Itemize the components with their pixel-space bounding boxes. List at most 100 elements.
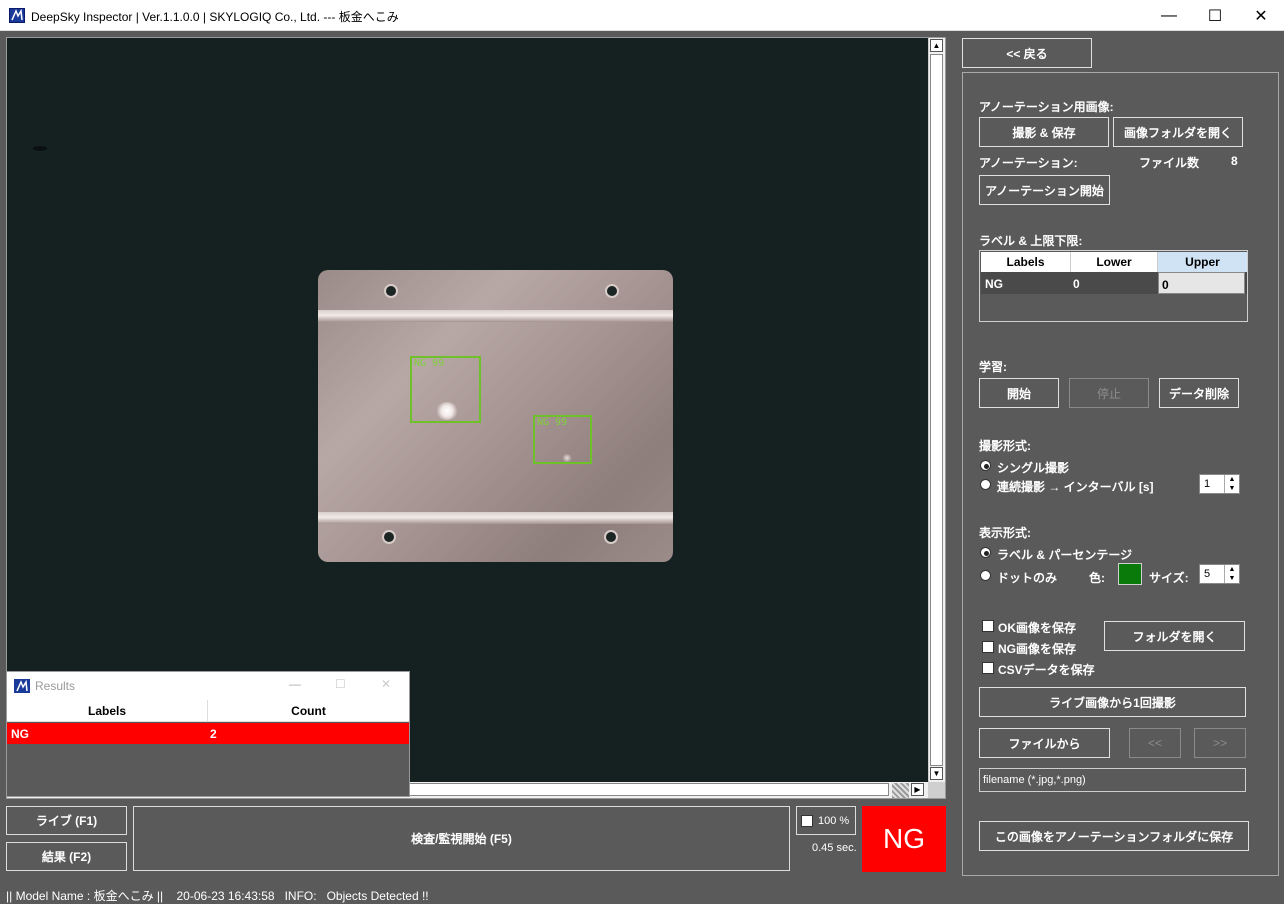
capture-mode-title: 撮影形式:: [979, 439, 1031, 453]
size-label: サイズ:: [1149, 571, 1189, 585]
label-limits-table: Labels Lower Upper NG 0 0: [979, 250, 1248, 322]
learning-stop-button[interactable]: 停止: [1069, 378, 1149, 408]
display-mode-title: 表示形式:: [979, 526, 1031, 540]
stepper-arrows-icon[interactable]: ▲ ▼: [1224, 565, 1239, 583]
window-title: DeepSky Inspector | Ver.1.1.0.0 | SKYLOG…: [31, 10, 399, 24]
detection-label: NG 99: [537, 417, 568, 428]
label-limits-title: ラベル & 上限下限:: [979, 234, 1083, 248]
plate-rib-top: [318, 310, 673, 322]
results-title-bar: Results — ☐ ✕: [7, 672, 409, 700]
minimize-button[interactable]: —: [1146, 0, 1192, 31]
plate-rib-bottom: [318, 512, 673, 524]
annotation-title: アノーテーション:: [979, 156, 1078, 170]
next-image-button[interactable]: >>: [1194, 728, 1246, 758]
prev-image-button[interactable]: <<: [1129, 728, 1181, 758]
stepper-arrows-icon[interactable]: ▲ ▼: [1224, 475, 1239, 493]
save-csv-label: CSVデータを保存: [998, 663, 1095, 677]
save-ok-checkbox[interactable]: [982, 620, 994, 632]
interval-value: 1: [1204, 478, 1211, 490]
detection-label: NG 99: [414, 358, 445, 369]
scroll-thumb[interactable]: [930, 54, 943, 766]
from-file-button[interactable]: ファイルから: [979, 728, 1110, 758]
row-label: NG: [985, 277, 1003, 291]
status-bar: || Model Name : 板金へこみ || 20-06-23 16:43:…: [0, 883, 1284, 904]
table-row[interactable]: NG 0 0: [981, 272, 1247, 294]
size-stepper[interactable]: 5 ▲ ▼: [1199, 564, 1240, 584]
scroll-up-arrow-icon[interactable]: ▲: [930, 39, 943, 52]
single-capture-label: シングル撮影: [997, 461, 1070, 475]
table-row[interactable]: NG 2: [7, 723, 409, 744]
plate-hole: [604, 530, 618, 544]
continuous-capture-label: 連続撮影 → インターバル [s]: [997, 480, 1154, 494]
start-annotation-button[interactable]: アノーテーション開始: [979, 175, 1110, 205]
close-button[interactable]: ✕: [1238, 0, 1284, 31]
color-label: 色:: [1089, 571, 1105, 585]
continuous-capture-radio[interactable]: [980, 479, 991, 490]
results-column-count: Count: [291, 704, 326, 718]
single-capture-radio[interactable]: [980, 460, 991, 471]
close-button[interactable]: ✕: [381, 677, 391, 691]
label-percentage-radio[interactable]: [980, 547, 991, 558]
zoom-toggle[interactable]: 100 %: [796, 806, 856, 835]
dot-only-radio[interactable]: [980, 570, 991, 581]
title-bar: DeepSky Inspector | Ver.1.1.0.0 | SKYLOG…: [0, 0, 1284, 31]
result-button[interactable]: 結果 (F2): [6, 842, 127, 871]
save-ng-label: NG画像を保存: [998, 642, 1077, 656]
scroll-down-arrow-icon[interactable]: ▼: [930, 767, 943, 780]
capture-once-button[interactable]: ライブ画像から1回撮影: [979, 687, 1246, 717]
label-percentage-label: ラベル & パーセンテージ: [997, 548, 1133, 562]
results-column-labels: Labels: [7, 700, 208, 722]
row-lower[interactable]: 0: [1073, 277, 1080, 291]
row-upper[interactable]: 0: [1158, 272, 1245, 294]
save-ok-label: OK画像を保存: [998, 621, 1077, 635]
upper-column-header: Upper: [1158, 252, 1247, 272]
zoom-label: 100 %: [818, 815, 850, 827]
annotation-image-title: アノーテーション用画像:: [979, 100, 1114, 114]
delete-data-button[interactable]: データ削除: [1159, 378, 1239, 408]
vertical-scrollbar[interactable]: ▲ ▼: [928, 38, 945, 782]
dot-color-swatch[interactable]: [1118, 563, 1142, 585]
image-speck: [33, 146, 47, 151]
detection-box[interactable]: NG 99: [533, 415, 592, 464]
zoom-checkbox[interactable]: [801, 815, 813, 827]
maximize-button[interactable]: ☐: [1192, 0, 1238, 31]
elapsed-time: 0.45 sec.: [812, 842, 857, 854]
detection-box[interactable]: NG 99: [410, 356, 481, 423]
lower-column-header: Lower: [1071, 252, 1158, 272]
result-count: 2: [210, 727, 217, 741]
live-button[interactable]: ライブ (F1): [6, 806, 127, 835]
results-title: Results: [35, 679, 76, 693]
save-ng-checkbox[interactable]: [982, 641, 994, 653]
metal-plate-image: [318, 270, 673, 562]
status-text: || Model Name : 板金へこみ || 20-06-23 16:43:…: [6, 889, 429, 903]
plate-hole: [384, 284, 398, 298]
file-count-label: ファイル数: [1139, 156, 1200, 170]
filename-field[interactable]: filename (*.jpg,*.png): [979, 768, 1246, 792]
learning-start-button[interactable]: 開始: [979, 378, 1059, 408]
resize-grip-icon[interactable]: [892, 783, 909, 798]
app-logo-icon: [9, 8, 25, 23]
result-label: NG: [11, 727, 29, 741]
maximize-button[interactable]: ☐: [335, 677, 346, 691]
open-image-folder-button[interactable]: 画像フォルダを開く: [1113, 117, 1243, 147]
plate-hole: [382, 530, 396, 544]
learning-title: 学習:: [979, 360, 1007, 374]
inspect-start-button[interactable]: 検査/監視開始 (F5): [133, 806, 790, 871]
save-csv-checkbox[interactable]: [982, 662, 994, 674]
dot-only-label: ドットのみ: [997, 571, 1058, 585]
save-to-annotation-button[interactable]: この画像をアノーテーションフォルダに保存: [979, 821, 1249, 851]
capture-save-button[interactable]: 撮影 & 保存: [979, 117, 1109, 147]
minimize-button[interactable]: —: [289, 677, 301, 691]
scroll-right-arrow-icon[interactable]: ▶: [911, 783, 924, 796]
results-window: Results — ☐ ✕ Labels Count NG 2: [6, 671, 410, 797]
open-folder-button[interactable]: フォルダを開く: [1104, 621, 1245, 651]
size-value: 5: [1204, 568, 1211, 580]
interval-stepper[interactable]: 1 ▲ ▼: [1199, 474, 1240, 494]
back-button[interactable]: << 戻る: [962, 38, 1092, 68]
file-count-value: 8: [1231, 154, 1238, 168]
plate-hole: [605, 284, 619, 298]
label-column-header: Labels: [981, 252, 1071, 272]
app-logo-icon: [14, 679, 30, 693]
results-table-header: Labels Count: [7, 700, 409, 722]
verdict-badge: NG: [862, 806, 946, 872]
